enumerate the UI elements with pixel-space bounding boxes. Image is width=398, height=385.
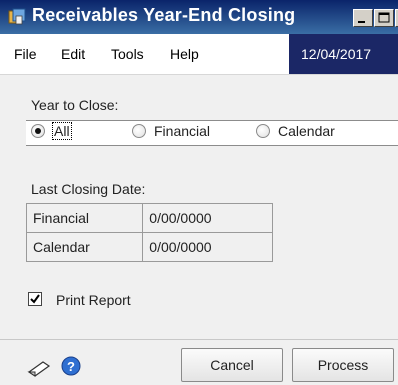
radio-financial-button[interactable]: [132, 124, 146, 138]
print-report-label[interactable]: Print Report: [56, 292, 131, 308]
radio-calendar[interactable]: Calendar: [256, 123, 335, 139]
menu-tools[interactable]: Tools: [111, 46, 144, 62]
app-icon: [8, 8, 26, 25]
financial-label: Financial: [25, 203, 144, 233]
svg-text:?: ?: [67, 359, 75, 374]
radio-financial[interactable]: Financial: [132, 123, 210, 139]
note-icon[interactable]: [26, 360, 52, 378]
radio-all[interactable]: All: [31, 122, 72, 140]
year-to-close-options: All Financial Calendar: [26, 120, 398, 146]
last-closing-table: Financial 0/00/0000 Calendar 0/00/0000: [25, 203, 273, 262]
maximize-button[interactable]: [374, 9, 394, 27]
table-row: Calendar 0/00/0000: [25, 232, 273, 262]
cancel-button[interactable]: Cancel: [181, 348, 283, 382]
calendar-date-value: 0/00/0000: [142, 232, 273, 262]
maximize-icon: [378, 12, 390, 23]
menu-file[interactable]: File: [14, 46, 37, 62]
radio-calendar-button[interactable]: [256, 124, 270, 138]
radio-calendar-label[interactable]: Calendar: [278, 123, 335, 139]
title-bar[interactable]: Receivables Year-End Closing: [0, 0, 398, 34]
radio-all-button[interactable]: [31, 124, 45, 138]
help-icon[interactable]: ?: [61, 356, 81, 376]
table-row: Financial 0/00/0000: [25, 203, 273, 233]
process-button[interactable]: Process: [292, 348, 394, 382]
window-title: Receivables Year-End Closing: [32, 5, 296, 25]
year-to-close-label: Year to Close:: [31, 97, 119, 113]
menu-help[interactable]: Help: [170, 46, 199, 62]
year-end-closing-window: Receivables Year-End Closing File Edit T…: [0, 0, 398, 385]
user-date[interactable]: 12/04/2017: [289, 34, 398, 74]
minimize-icon: [358, 21, 365, 23]
minimize-button[interactable]: [353, 9, 373, 27]
checkmark-icon: [30, 294, 40, 304]
financial-date-value: 0/00/0000: [142, 203, 273, 233]
radio-financial-label[interactable]: Financial: [154, 123, 210, 139]
divider: [0, 339, 398, 340]
print-report-checkbox[interactable]: [28, 292, 42, 306]
last-closing-date-label: Last Closing Date:: [31, 181, 146, 197]
calendar-label: Calendar: [25, 232, 144, 262]
menu-edit[interactable]: Edit: [61, 46, 85, 62]
radio-all-label[interactable]: All: [52, 122, 72, 140]
